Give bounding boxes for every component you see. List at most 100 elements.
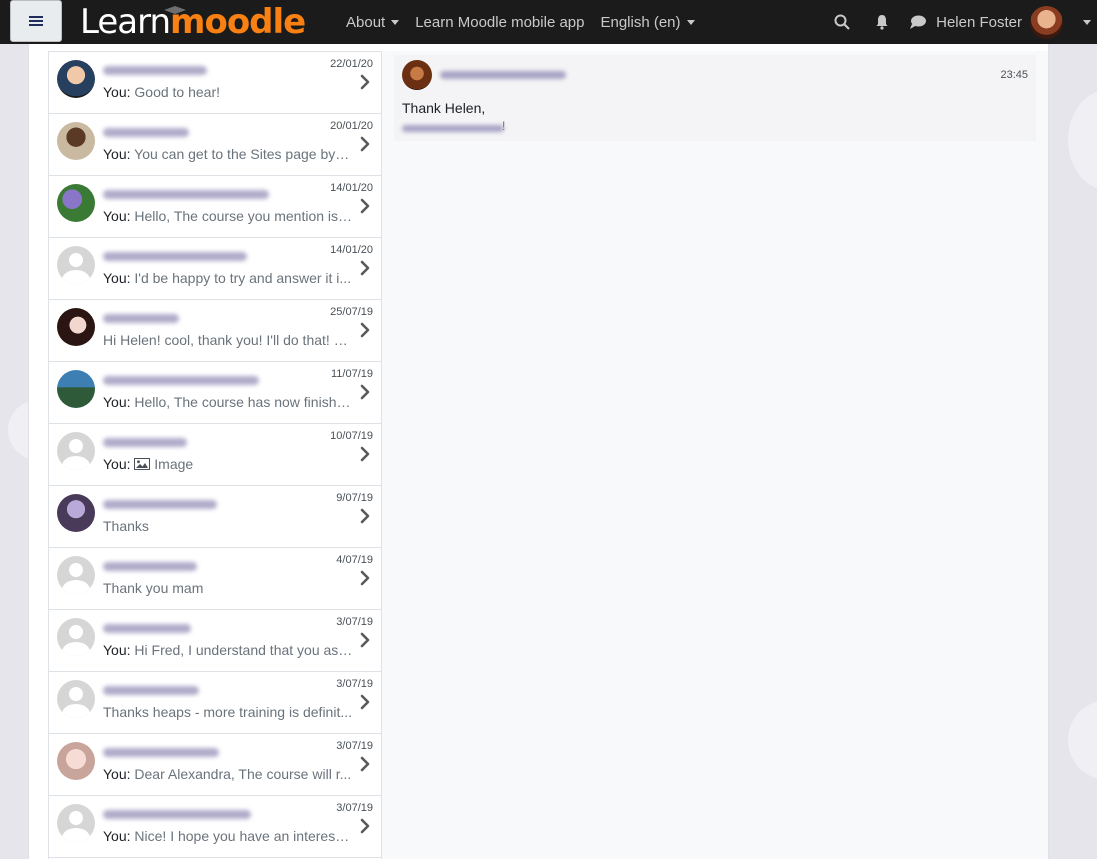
conversation-date: 4/07/19 — [336, 554, 373, 566]
sender-avatar[interactable] — [402, 60, 432, 90]
drawer-toggle-button[interactable] — [10, 0, 62, 42]
last-message-preview: Hi Helen! cool, thank you! I'll do that!… — [103, 332, 353, 348]
contact-name-redacted — [103, 748, 219, 757]
contact-name-redacted — [103, 252, 247, 261]
contact-name-redacted — [103, 190, 269, 199]
comment-icon[interactable] — [908, 12, 928, 32]
you-prefix: You: — [103, 642, 131, 658]
conversation-date: 22/01/20 — [330, 58, 373, 70]
last-message-preview: Thank you mam — [103, 580, 353, 596]
preview-text: Nice! I hope you have an interesti... — [134, 828, 353, 844]
chevron-right-icon — [360, 446, 370, 462]
user-name[interactable]: Helen Foster — [936, 14, 1022, 31]
conversation-item[interactable]: 11/07/19 You: Hello, The course has now f… — [49, 362, 381, 424]
preview-text: Thank you mam — [103, 580, 204, 596]
top-navbar: Learn moodle About Learn Moodle mobile a… — [0, 0, 1097, 44]
contact-avatar — [57, 494, 95, 532]
chevron-right-icon — [360, 632, 370, 648]
nav-language[interactable]: English (en) — [600, 13, 695, 31]
preview-text: You can get to the Sites page by l... — [134, 146, 353, 162]
conversation-item[interactable]: 9/07/19 Thanks — [49, 486, 381, 548]
last-message-preview: Thanks — [103, 518, 353, 534]
chevron-right-icon — [360, 508, 370, 524]
contact-avatar — [57, 680, 95, 718]
conversation-item[interactable]: 3/07/19 You: Dear Alexandra, The course w… — [49, 734, 381, 796]
contact-avatar — [57, 618, 95, 656]
contact-name-redacted — [103, 562, 197, 571]
last-message-preview: You: Good to hear! — [103, 84, 353, 100]
contact-avatar — [57, 370, 95, 408]
conversation-date: 11/07/19 — [330, 368, 373, 380]
site-logo[interactable]: Learn moodle — [80, 0, 306, 44]
conversation-date: 20/01/20 — [330, 120, 373, 132]
preview-text: Thanks — [103, 518, 149, 534]
logo-learn-text: Learn — [80, 2, 171, 42]
background-decoration — [1068, 700, 1097, 780]
contact-name-redacted — [103, 686, 199, 695]
user-avatar[interactable] — [1030, 5, 1063, 39]
last-message-preview: You: Dear Alexandra, The course will r..… — [103, 766, 353, 782]
conversation-item[interactable]: 3/07/19 You: Hi Fred, I understand that y… — [49, 610, 381, 672]
user-menu-caret-icon[interactable] — [1083, 19, 1091, 25]
search-icon[interactable] — [832, 12, 852, 32]
conversation-date: 3/07/19 — [336, 740, 373, 752]
conversation-item[interactable]: 3/07/19 You: Nice! I hope you have an int… — [49, 796, 381, 858]
nav-language-label: English (en) — [600, 13, 681, 31]
contact-avatar — [57, 60, 95, 98]
message-time: 23:45 — [1000, 69, 1028, 81]
you-prefix: You: — [103, 456, 131, 472]
you-prefix: You: — [103, 394, 131, 410]
you-prefix: You: — [103, 270, 131, 286]
background-decoration — [1068, 90, 1097, 190]
nav-mobile-app[interactable]: Learn Moodle mobile app — [415, 14, 584, 31]
chevron-right-icon — [360, 198, 370, 214]
preview-text: Hi Helen! cool, thank you! I'll do that!… — [103, 332, 353, 348]
conversation-item[interactable]: 10/07/19 You: Image — [49, 424, 381, 486]
chevron-right-icon — [360, 384, 370, 400]
preview-text: Hi Fred, I understand that you ask... — [134, 642, 353, 658]
conversation-date: 3/07/19 — [336, 678, 373, 690]
message-item: 23:45 Thank Helen, ! — [394, 55, 1036, 141]
contact-name-redacted — [103, 500, 217, 509]
chevron-right-icon — [360, 322, 370, 338]
conversation-item[interactable]: 20/01/20 You: You can get to the Sites pa… — [49, 114, 381, 176]
contact-avatar — [57, 184, 95, 222]
contact-name-redacted — [103, 314, 179, 323]
logo-moodle-text: moodle — [164, 2, 306, 42]
contact-name-redacted — [103, 810, 251, 819]
preview-text: Thanks heaps - more training is definit.… — [103, 704, 353, 720]
caret-down-icon — [391, 19, 400, 25]
conversation-item[interactable]: 14/01/20 You: Hello, The course you menti… — [49, 176, 381, 238]
contact-avatar — [57, 308, 95, 346]
last-message-preview: You: I'd be happy to try and answer it i… — [103, 270, 353, 286]
conversation-date: 3/07/19 — [336, 802, 373, 814]
preview-text: I'd be happy to try and answer it i... — [134, 270, 352, 286]
chevron-right-icon — [360, 260, 370, 276]
conversation-date: 9/07/19 — [336, 492, 373, 504]
bell-icon[interactable] — [872, 12, 892, 32]
conversation-date: 10/07/19 — [330, 430, 373, 442]
contact-name-redacted — [103, 376, 259, 385]
last-message-preview: You: You can get to the Sites page by l.… — [103, 146, 353, 162]
message-signature-redacted — [402, 125, 504, 132]
you-prefix: You: — [103, 766, 131, 782]
message-text: Thank Helen, — [402, 100, 486, 116]
conversation-item[interactable]: 25/07/19 Hi Helen! cool, thank you! I'll … — [49, 300, 381, 362]
preview-text: Hello, The course you mention is ... — [134, 208, 353, 224]
conversation-item[interactable]: 22/01/20 You: Good to hear! — [49, 52, 381, 114]
sender-name-redacted — [440, 71, 566, 79]
nav-about[interactable]: About — [346, 14, 400, 31]
conversation-item[interactable]: 14/01/20 You: I'd be happy to try and ans… — [49, 238, 381, 300]
contact-avatar — [57, 122, 95, 160]
contact-name-redacted — [103, 128, 189, 137]
chevron-right-icon — [360, 136, 370, 152]
conversation-date: 14/01/20 — [330, 244, 373, 256]
contact-name-redacted — [103, 624, 191, 633]
conversation-item[interactable]: 4/07/19 Thank you mam — [49, 548, 381, 610]
contact-name-redacted — [103, 66, 207, 75]
contact-avatar — [57, 804, 95, 842]
chevron-right-icon — [360, 756, 370, 772]
conversation-item[interactable]: 3/07/19 Thanks heaps - more training is d… — [49, 672, 381, 734]
last-message-preview: Thanks heaps - more training is definit.… — [103, 704, 353, 720]
last-message-preview: You: Hello, The course you mention is ..… — [103, 208, 353, 224]
